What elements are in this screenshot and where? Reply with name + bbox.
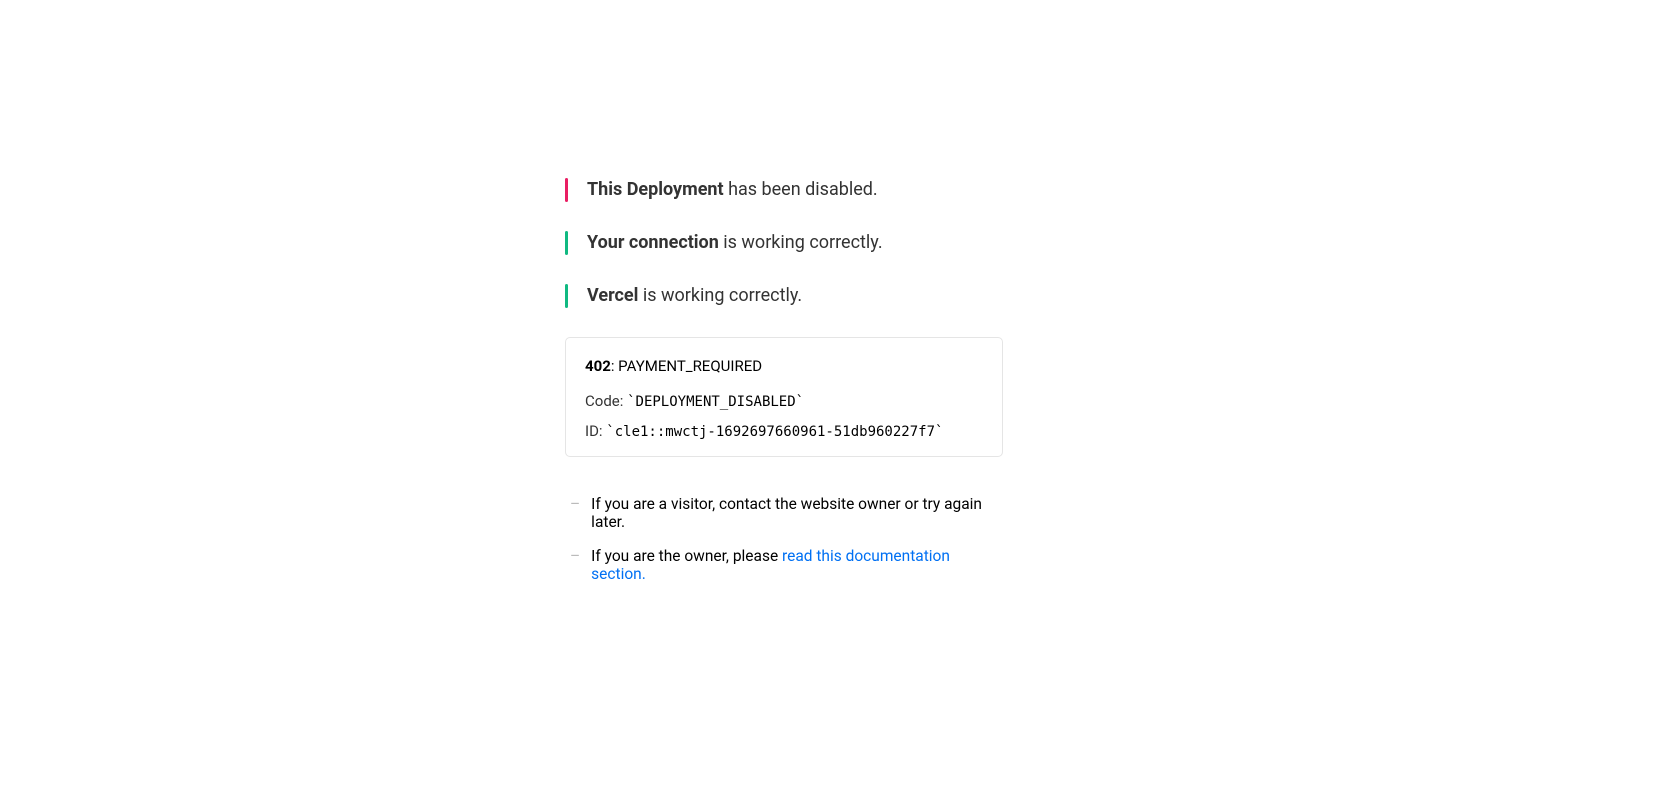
error-details-box: 402: PAYMENT_REQUIRED Code: `DEPLOYMENT_… [565,337,1003,457]
help-owner-wrap: If you are the owner, please read this d… [591,547,1003,583]
status-vercel: Vercel is working correctly. [565,283,1003,308]
help-item-owner: – If you are the owner, please read this… [565,547,1003,583]
status-indicator-ok [565,284,568,308]
http-status-message: : PAYMENT_REQUIRED [611,357,762,375]
list-dash-icon: – [570,547,580,565]
error-id-label: ID: [585,422,606,440]
status-indicator-error [565,178,568,202]
error-code-row: Code: `DEPLOYMENT_DISABLED` [585,392,983,410]
status-deployment-rest: has been disabled. [724,179,878,200]
list-dash-icon: – [570,495,580,513]
status-deployment-bold: This Deployment [587,179,724,200]
status-deployment: This Deployment has been disabled. [565,177,1003,202]
error-code-value: `DEPLOYMENT_DISABLED` [627,394,804,410]
status-connection-text: Your connection is working correctly. [587,230,883,255]
error-id-value: `cle1::mwctj-1692697660961-51db960227f7` [606,424,943,440]
status-connection: Your connection is working correctly. [565,230,1003,255]
status-indicator-ok [565,231,568,255]
http-status-code: 402 [585,357,611,375]
help-owner-prefix: If you are the owner, please [591,547,782,565]
http-status: 402: PAYMENT_REQUIRED [585,357,983,375]
status-connection-bold: Your connection [587,232,719,253]
status-vercel-rest: is working correctly. [638,285,802,306]
help-visitor-text: If you are a visitor, contact the websit… [591,495,1003,531]
error-id-row: ID: `cle1::mwctj-1692697660961-51db96022… [585,422,983,440]
help-item-visitor: – If you are a visitor, contact the webs… [565,495,1003,531]
error-code-label: Code: [585,392,627,410]
status-deployment-text: This Deployment has been disabled. [587,177,878,202]
status-vercel-bold: Vercel [587,285,638,306]
status-connection-rest: is working correctly. [719,232,883,253]
status-vercel-text: Vercel is working correctly. [587,283,802,308]
error-container: This Deployment has been disabled. Your … [565,177,1003,599]
help-list: – If you are a visitor, contact the webs… [565,495,1003,583]
